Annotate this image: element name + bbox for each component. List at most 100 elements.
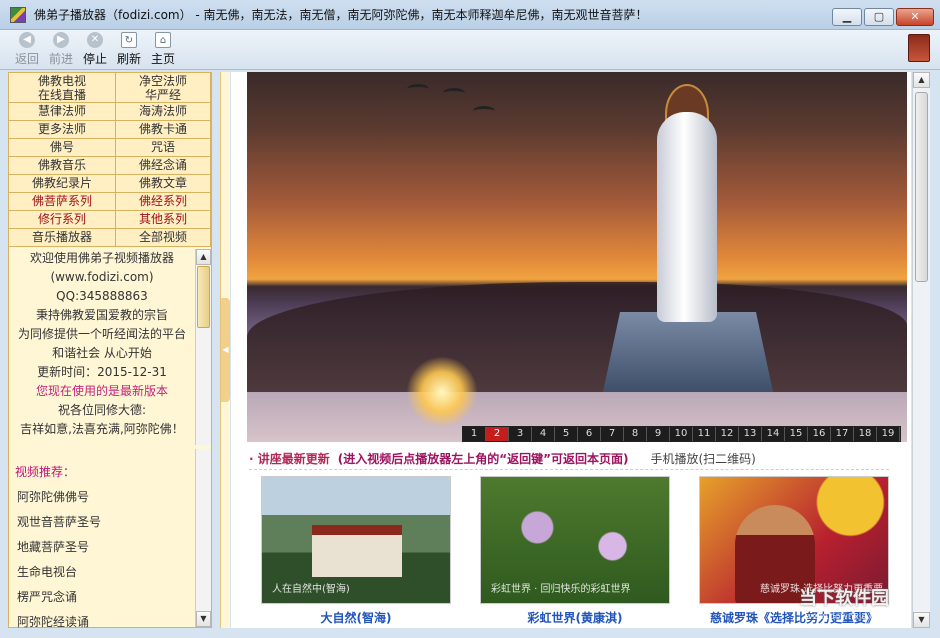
video-caption[interactable]: 大自然(智海) [261, 609, 451, 626]
scroll-thumb[interactable] [197, 266, 210, 328]
forward-label: 前进 [48, 52, 73, 66]
panel-splitter[interactable]: ◀ [220, 72, 230, 628]
app-logo [908, 34, 930, 62]
close-button[interactable]: ✕ [896, 8, 934, 26]
pager-page[interactable]: 18 [854, 427, 877, 441]
nav-jingkong[interactable]: 净空法师 华严经 [116, 73, 211, 103]
nav-bodhisattva-series[interactable]: 佛菩萨系列 [9, 193, 116, 211]
nav-practice-series[interactable]: 修行系列 [9, 211, 116, 229]
pager-page[interactable]: 10 [670, 427, 693, 441]
recommend-item[interactable]: 楞严咒念诵 [17, 585, 101, 610]
mobile-play-link[interactable]: 手机播放(扫二维码) [651, 450, 756, 467]
nav-huilv[interactable]: 慧律法师 [9, 103, 116, 121]
nav-sutra-chant[interactable]: 佛经念诵 [116, 157, 211, 175]
back-label: 返回 [14, 52, 39, 66]
welcome-box: 欢迎使用佛弟子视频播放器 (www.fodizi.com) QQ:3458888… [9, 249, 195, 443]
maximize-button[interactable]: ▢ [864, 8, 894, 26]
back-button[interactable]: ◀ 返回 [10, 30, 44, 68]
nav-more-masters[interactable]: 更多法师 [9, 121, 116, 139]
pager-page[interactable]: 14 [762, 427, 785, 441]
scroll-thumb[interactable] [915, 92, 928, 282]
guanyin-statue [657, 112, 717, 322]
welcome-line: 祝各位同修大德: [57, 403, 147, 417]
bird-icon [443, 88, 465, 98]
version-status: 您现在使用的是最新版本 [35, 384, 168, 398]
pager-page[interactable]: 7 [601, 427, 624, 441]
news-note: (进入视频后点播放器左上角的“返回键”可返回本页面) [337, 452, 629, 466]
nav-documentary[interactable]: 佛教纪录片 [9, 175, 116, 193]
pager-page[interactable]: 9 [647, 427, 670, 441]
arrow-right-icon: ▶ [53, 32, 69, 48]
pager-page[interactable]: 6 [578, 427, 601, 441]
scroll-down-icon[interactable]: ▼ [196, 611, 211, 627]
scroll-up-icon[interactable]: ▲ [196, 249, 211, 265]
home-button[interactable]: ⌂ 主页 [146, 30, 180, 68]
pager-page[interactable]: 13 [739, 427, 762, 441]
scroll-down-icon[interactable]: ▼ [913, 612, 930, 628]
nav-music[interactable]: 佛教音乐 [9, 157, 116, 175]
refresh-button[interactable]: ↻ 刷新 [112, 30, 146, 68]
arrow-left-icon: ◀ [19, 32, 35, 48]
app-icon [10, 6, 26, 23]
title-bar: 佛弟子播放器（fodizi.com） - 南无佛，南无法，南无僧，南无阿弥陀佛，… [0, 0, 940, 30]
pager-page[interactable]: 8 [624, 427, 647, 441]
minimize-button[interactable]: ▁ [832, 8, 862, 26]
nav-tv-live[interactable]: 佛教电视 在线直播 [9, 73, 116, 103]
video-caption[interactable]: 彩虹世界(黄康淇) [480, 609, 670, 626]
toolbar: ◀ 返回 ▶ 前进 ✕ 停止 ↻ 刷新 ⌂ 主页 [0, 30, 940, 70]
banner-slideshow[interactable]: 1 2 3 4 5 6 7 8 9 10 11 12 13 14 15 16 17 18 19 [247, 72, 907, 442]
window-controls: ▁ ▢ ✕ [832, 8, 934, 26]
nav-all-videos[interactable]: 全部视频 [116, 229, 211, 247]
nav-cartoon[interactable]: 佛教卡通 [116, 121, 211, 139]
category-nav: 佛教电视 在线直播 净空法师 华严经 慧律法师 海涛法师 更多法师 佛教卡通 佛… [9, 73, 211, 247]
main-scrollbar[interactable]: ▲ ▼ [912, 72, 930, 628]
video-thumbnail[interactable]: 彩虹世界 · 回归快乐的彩虹世界 [480, 476, 670, 604]
recommend-list: 阿弥陀佛佛号 观世音菩萨圣号 地藏菩萨圣号 生命电视台 楞严咒念诵 阿弥陀经读诵 [17, 485, 101, 635]
nav-mantra[interactable]: 咒语 [116, 139, 211, 157]
video-card[interactable]: 彩虹世界 · 回归快乐的彩虹世界 彩虹世界(黄康淇) [480, 476, 670, 626]
news-bar: · 讲座最新更新 (进入视频后点播放器左上角的“返回键”可返回本页面) 手机播放… [249, 448, 889, 470]
recommend-scrollbar[interactable]: ▼ [195, 449, 211, 627]
main-content: 1 2 3 4 5 6 7 8 9 10 11 12 13 14 15 16 17 18 19 · 讲座最新更新 (… [231, 72, 911, 628]
recommend-item[interactable]: 观世音菩萨圣号 [17, 510, 101, 535]
collapse-arrow-icon[interactable]: ◀ [221, 298, 230, 402]
recommend-item[interactable]: 阿弥陀佛佛号 [17, 485, 101, 510]
nav-other-series[interactable]: 其他系列 [116, 211, 211, 229]
nav-buddha-name[interactable]: 佛号 [9, 139, 116, 157]
nav-sutra-series[interactable]: 佛经系列 [116, 193, 211, 211]
pager-page[interactable]: 1 [463, 427, 486, 441]
welcome-line: 和谐社会 从心开始 [52, 346, 152, 360]
stop-button[interactable]: ✕ 停止 [78, 30, 112, 68]
update-time: 更新时间：2015-12-31 [37, 365, 167, 379]
stop-label: 停止 [82, 52, 107, 66]
pager-page[interactable]: 3 [509, 427, 532, 441]
pager-page[interactable]: 4 [532, 427, 555, 441]
pager-page[interactable]: 17 [831, 427, 854, 441]
pager-page[interactable]: 5 [555, 427, 578, 441]
home-icon: ⌂ [155, 32, 171, 48]
watermark: 当下软件园 [799, 588, 889, 609]
video-card[interactable]: 人在自然中(智海) 大自然(智海) [261, 476, 451, 626]
recommend-item[interactable]: 阿弥陀经读诵 [17, 610, 101, 635]
nav-jingkong-label: 净空法师 华严经 [138, 74, 187, 102]
nav-music-player[interactable]: 音乐播放器 [9, 229, 116, 247]
scroll-up-icon[interactable]: ▲ [913, 72, 930, 88]
welcome-line: 吉祥如意,法喜充满,阿弥陀佛！ [20, 422, 184, 436]
recommend-item[interactable]: 生命电视台 [17, 560, 101, 585]
pager-page[interactable]: 11 [693, 427, 716, 441]
pager-page[interactable]: 15 [785, 427, 808, 441]
refresh-label: 刷新 [116, 52, 141, 66]
pager-page[interactable]: 16 [808, 427, 831, 441]
video-thumbnail[interactable]: 人在自然中(智海) [261, 476, 451, 604]
nav-articles[interactable]: 佛教文章 [116, 175, 211, 193]
refresh-icon: ↻ [121, 32, 137, 48]
pager-page[interactable]: 2 [486, 427, 509, 441]
pager-page[interactable]: 19 [877, 427, 900, 441]
banner-sun [407, 357, 477, 427]
nav-haitao[interactable]: 海涛法师 [116, 103, 211, 121]
pager-page[interactable]: 12 [716, 427, 739, 441]
recommend-item[interactable]: 地藏菩萨圣号 [17, 535, 101, 560]
welcome-scrollbar[interactable]: ▲ [195, 249, 211, 445]
recommend-title: 视频推荐： [15, 465, 76, 479]
forward-button[interactable]: ▶ 前进 [44, 30, 78, 68]
